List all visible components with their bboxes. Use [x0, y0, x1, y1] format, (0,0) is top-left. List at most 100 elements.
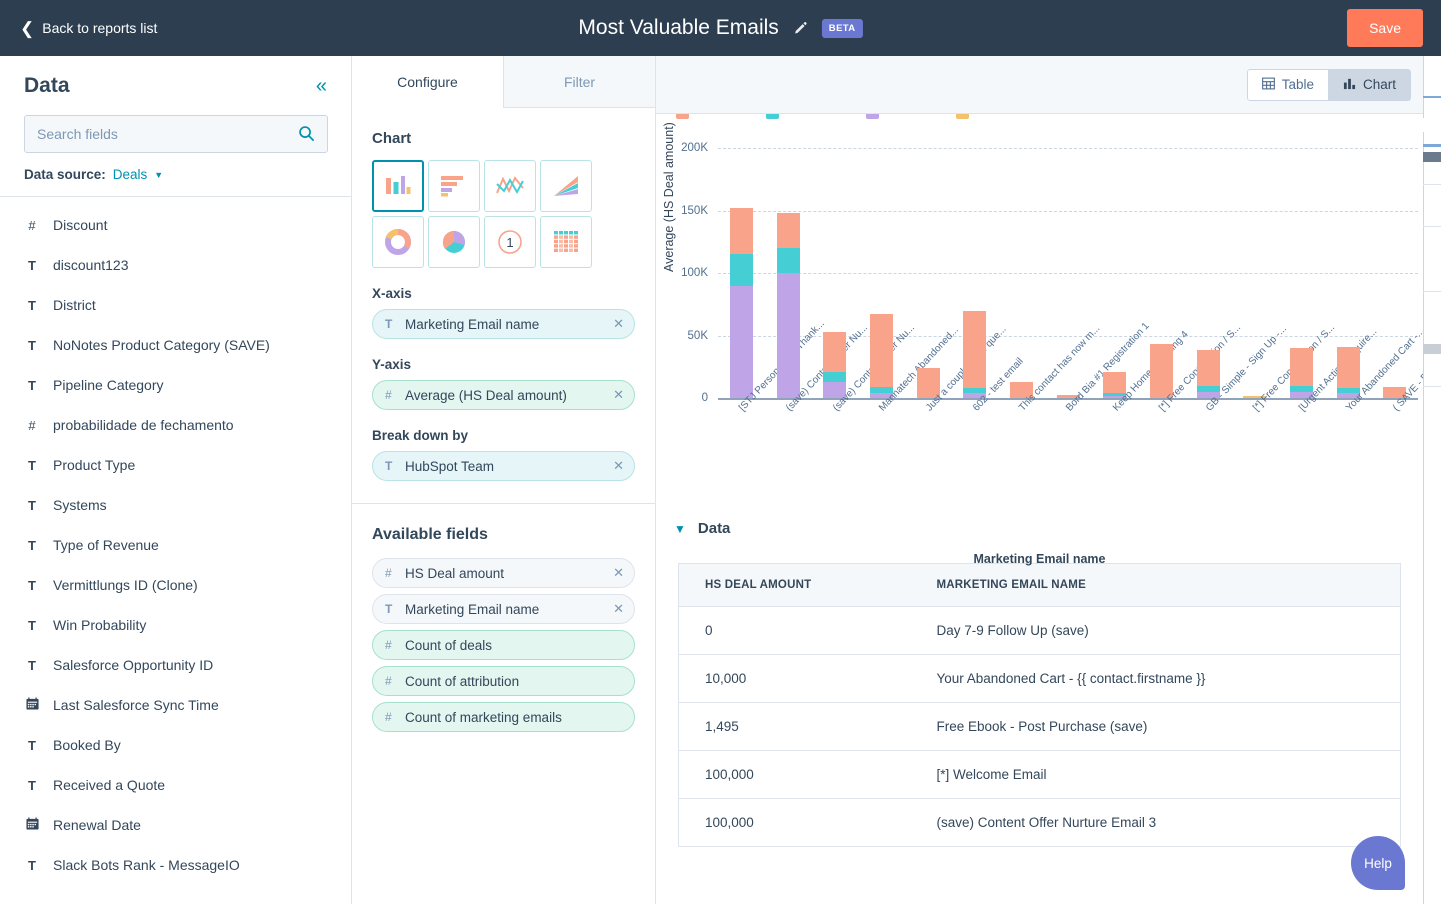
vertical-bar-chart-icon[interactable] [372, 160, 424, 212]
bar-segment[interactable] [1196, 349, 1220, 387]
data-section-header[interactable]: ▼ Data [674, 520, 1401, 537]
field-list-item[interactable]: T Salesforce Opportunity ID [0, 645, 351, 685]
field-list-item[interactable]: Last Salesforce Sync Time [0, 685, 351, 725]
field-list-item[interactable]: T Vermittlungs ID (Clone) [0, 565, 351, 605]
bar-column[interactable] [823, 148, 847, 398]
available-fields-list[interactable]: # HS Deal amount ✕ T Marketing Email name ✕ # C… [372, 558, 635, 732]
bar-segment[interactable] [1289, 348, 1313, 386]
area-chart-icon[interactable] [540, 160, 592, 212]
close-icon[interactable]: ✕ [607, 565, 624, 581]
help-button[interactable]: Help [1351, 836, 1405, 890]
pencil-icon[interactable] [793, 21, 808, 36]
field-list-item[interactable]: T Product Type [0, 445, 351, 485]
bar-column[interactable] [1336, 148, 1360, 398]
bar-segment[interactable] [729, 285, 753, 398]
field-list-item[interactable]: T Systems [0, 485, 351, 525]
field-list-item[interactable]: T Booked By [0, 725, 351, 765]
field-list-item[interactable]: T Win Probability [0, 605, 351, 645]
x-axis-field-chip[interactable]: T Marketing Email name ✕ [372, 309, 635, 339]
table-row[interactable]: 1,495 Free Ebook - Post Purchase (save) [678, 702, 1401, 751]
pivot-table-icon[interactable] [540, 216, 592, 268]
search-icon[interactable] [298, 125, 315, 147]
chevrons-left-icon[interactable]: « [316, 76, 327, 96]
bar-column[interactable] [776, 148, 800, 398]
breakdown-field-chip[interactable]: T HubSpot Team ✕ [372, 451, 635, 481]
field-list-item[interactable]: T Pipeline Category [0, 365, 351, 405]
table-row[interactable]: 10,000 Your Abandoned Cart - {{ contact.f… [678, 654, 1401, 703]
field-list-item[interactable]: T Type of Revenue [0, 525, 351, 565]
column-header-marketing-email-name[interactable]: MARKETING EMAIL NAME [910, 563, 1401, 607]
field-list-item[interactable]: Tdiscount123 [0, 245, 351, 285]
bar-column[interactable] [916, 148, 940, 398]
bar-segment[interactable] [869, 314, 893, 387]
pie-chart-icon[interactable] [428, 216, 480, 268]
bar-segment[interactable] [1103, 371, 1127, 393]
bar-segment[interactable] [729, 208, 753, 255]
bar-segment[interactable] [776, 273, 800, 398]
data-source-value[interactable]: Deals [113, 167, 148, 182]
bar-column[interactable] [1383, 148, 1407, 398]
bar-column[interactable] [729, 148, 753, 398]
bar-segment[interactable] [729, 254, 753, 286]
field-list-item[interactable]: # probabilidade de fechamento [0, 405, 351, 445]
search-input[interactable] [24, 115, 328, 153]
bar-column[interactable] [1289, 148, 1313, 398]
line-chart-icon[interactable] [484, 160, 536, 212]
bar-segment[interactable] [1336, 346, 1360, 388]
bar-column[interactable] [1196, 148, 1220, 398]
table-row[interactable]: 100,000 [*] Welcome Email [678, 750, 1401, 799]
legend-item[interactable] [676, 114, 689, 119]
single-value-chart-icon[interactable]: 1 [484, 216, 536, 268]
table-row[interactable]: 100,000 (save) Content Offer Nurture Emai… [679, 799, 1401, 847]
available-field-chip[interactable]: # Count of deals [372, 630, 635, 660]
close-icon[interactable]: ✕ [607, 458, 624, 474]
close-icon[interactable]: ✕ [607, 601, 624, 617]
tab-configure[interactable]: Configure [352, 56, 503, 108]
bar-segment[interactable] [823, 331, 847, 372]
available-field-chip[interactable]: T Marketing Email name ✕ [372, 594, 635, 624]
chevron-down-icon[interactable]: ▼ [674, 522, 686, 536]
available-field-chip[interactable]: # Count of attribution [372, 666, 635, 696]
chevron-down-icon[interactable]: ▼ [154, 170, 163, 180]
field-list-item[interactable]: Renewal Date [0, 805, 351, 845]
bar-segment[interactable] [823, 371, 847, 382]
legend-item[interactable] [766, 114, 779, 119]
bar-segment[interactable] [776, 248, 800, 273]
chart-type-picker[interactable]: 1 [372, 160, 635, 268]
field-list-item[interactable]: # Discount [0, 205, 351, 245]
y-axis-field-chip[interactable]: # Average (HS Deal amount) ✕ [372, 380, 635, 410]
bar-column[interactable] [1103, 148, 1127, 398]
bar-column[interactable] [963, 148, 987, 398]
tab-filter[interactable]: Filter [503, 56, 655, 108]
bar-column[interactable] [1243, 148, 1267, 398]
field-list[interactable]: # Discount Tdiscount123 T District T NoNotes P… [0, 196, 351, 904]
bar-column[interactable] [869, 148, 893, 398]
bar-segment[interactable] [1149, 344, 1173, 398]
legend-item[interactable] [956, 114, 969, 119]
table-row[interactable]: 0 Day 7-9 Follow Up (save) [678, 606, 1401, 655]
view-toggle-table[interactable]: Table [1246, 68, 1328, 101]
available-field-chip[interactable]: # HS Deal amount ✕ [372, 558, 635, 588]
close-icon[interactable]: ✕ [607, 316, 624, 332]
column-header-hs-deal-amount[interactable]: HS DEAL AMOUNT [678, 563, 911, 607]
back-to-reports-list-link[interactable]: ❮ Back to reports list [20, 20, 157, 37]
bar-segment[interactable] [1196, 386, 1220, 392]
save-button[interactable]: Save [1347, 9, 1423, 47]
bar-column[interactable] [1149, 148, 1173, 398]
view-toggle[interactable]: Table Chart [1246, 68, 1411, 101]
legend-item[interactable] [866, 114, 879, 119]
donut-chart-icon[interactable] [372, 216, 424, 268]
field-list-item[interactable]: T NoNotes Product Category (SAVE) [0, 325, 351, 365]
bar-segment[interactable] [776, 213, 800, 248]
field-list-item[interactable]: T District [0, 285, 351, 325]
close-icon[interactable]: ✕ [607, 387, 624, 403]
available-field-chip[interactable]: # Count of marketing emails [372, 702, 635, 732]
bar-segment[interactable] [963, 310, 987, 388]
field-list-item[interactable]: T Slack Bots Rank - MessageIO [0, 845, 351, 885]
field-list-item[interactable]: T Received a Quote [0, 765, 351, 805]
bar-column[interactable] [1056, 148, 1080, 398]
view-toggle-chart[interactable]: Chart [1327, 68, 1411, 101]
horizontal-bar-chart-icon[interactable] [428, 160, 480, 212]
chart-plot-area[interactable]: 050K100K150K200K[STJ Personalized Thank.… [681, 142, 1423, 414]
bar-column[interactable] [1009, 148, 1033, 398]
